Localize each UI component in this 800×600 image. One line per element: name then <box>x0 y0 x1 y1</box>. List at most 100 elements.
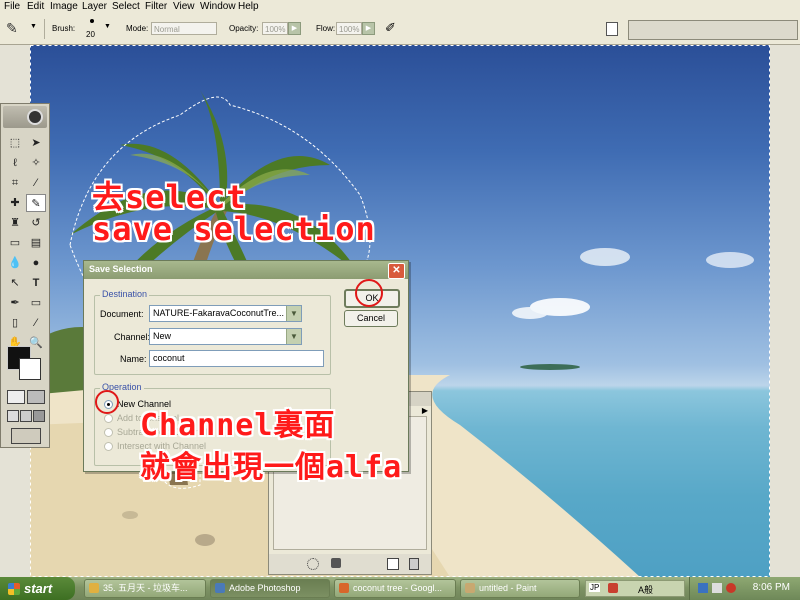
menu-file[interactable]: File <box>4 1 20 12</box>
crop-tool-icon[interactable]: ⌗ <box>5 174 25 192</box>
task-media-player[interactable]: 35. 五月天 - 垃圾车... <box>84 579 206 598</box>
flow-arrow-icon[interactable]: ▶ <box>362 22 375 35</box>
document-select[interactable]: NATURE-FakaravaCoconutTre... ▼ <box>149 305 302 322</box>
close-icon[interactable]: ✕ <box>388 263 405 279</box>
task-label: untitled - Paint <box>479 583 537 593</box>
flow-field[interactable]: 100% <box>336 22 362 35</box>
move-tool-icon[interactable]: ➤ <box>26 134 46 152</box>
background-color-swatch[interactable] <box>19 358 41 380</box>
ime-mode: A般 <box>638 585 654 595</box>
trash-icon[interactable] <box>409 558 419 570</box>
history-brush-icon[interactable]: ↺ <box>26 214 46 232</box>
airbrush-icon[interactable]: ✐ <box>385 20 396 36</box>
annotation-line-4: 就會出現一個alfa <box>140 450 403 485</box>
menu-select[interactable]: Select <box>112 1 140 12</box>
panel-footer <box>269 554 431 574</box>
screen-mode-menu-icon[interactable] <box>20 410 32 422</box>
menu-image[interactable]: Image <box>50 1 78 12</box>
eraser-tool-icon[interactable]: ▭ <box>5 234 25 252</box>
volume-icon[interactable] <box>712 583 722 593</box>
clone-stamp-icon[interactable]: ♜ <box>5 214 25 232</box>
dialog-title-bar[interactable]: Save Selection ✕ <box>84 261 408 279</box>
paint-icon <box>465 583 475 593</box>
taskbar: start 35. 五月天 - 垃圾车... Adobe Photoshop c… <box>0 577 800 600</box>
subtract-channel-radio[interactable] <box>104 428 113 437</box>
gradient-tool-icon[interactable]: ▤ <box>26 234 46 252</box>
chevron-down-icon[interactable]: ▼ <box>104 23 111 30</box>
separator <box>44 19 45 39</box>
brush-tool-icon[interactable]: ✎ <box>6 20 18 37</box>
chevron-down-icon: ▼ <box>286 329 301 344</box>
cloud <box>706 252 754 268</box>
task-label: coconut tree - Googl... <box>353 583 443 593</box>
quickmask-mode-icon[interactable] <box>27 390 45 404</box>
task-photoshop[interactable]: Adobe Photoshop <box>210 579 330 598</box>
task-google-browser[interactable]: coconut tree - Googl... <box>334 579 456 598</box>
panel-menu-icon[interactable]: ▶ <box>422 406 428 415</box>
notes-tool-icon[interactable]: ▯ <box>5 314 25 332</box>
pen-tool-icon[interactable]: ✒ <box>5 294 25 312</box>
menu-window[interactable]: Window <box>200 1 236 12</box>
annotation-line-2: save selection <box>92 210 376 248</box>
opacity-label: Opacity: <box>229 24 259 33</box>
full-screen-icon[interactable] <box>33 410 45 422</box>
menu-layer[interactable]: Layer <box>82 1 107 12</box>
channel-select[interactable]: New ▼ <box>149 328 302 345</box>
brush-size: 20 <box>86 30 95 39</box>
new-channel-icon[interactable] <box>387 558 399 570</box>
brush-preset-picker[interactable]: 20 <box>84 18 100 40</box>
palette-well-icon[interactable] <box>606 22 618 36</box>
options-bar: ✎ ▼ Brush: 20 ▼ Mode: Normal Opacity: 10… <box>0 14 800 45</box>
quickmask-standard-icon[interactable] <box>7 390 25 404</box>
shape-tool-icon[interactable]: ▭ <box>26 294 46 312</box>
eyedropper-icon[interactable]: ⁄ <box>26 314 46 332</box>
network-icon[interactable] <box>698 583 708 593</box>
path-select-icon[interactable]: ↖ <box>5 274 25 292</box>
channel-label: Channel: <box>114 332 151 342</box>
load-channel-icon[interactable] <box>307 558 319 570</box>
dodge-tool-icon[interactable]: ● <box>26 254 46 272</box>
marquee-tool-icon[interactable]: ⬚ <box>5 134 25 152</box>
intersect-channel-radio[interactable] <box>104 442 113 451</box>
slice-tool-icon[interactable]: ⁄ <box>26 174 46 192</box>
document-value: NATURE-FakaravaCoconutTre... <box>153 308 285 318</box>
magic-wand-icon[interactable]: ✧ <box>26 154 46 172</box>
type-tool-icon[interactable]: T <box>26 274 46 292</box>
save-selection-icon[interactable] <box>331 558 341 568</box>
task-paint[interactable]: untitled - Paint <box>460 579 580 598</box>
menu-help[interactable]: Help <box>238 1 259 12</box>
cancel-button[interactable]: Cancel <box>344 310 398 327</box>
chevron-down-icon[interactable]: ▼ <box>30 23 37 30</box>
healing-brush-icon[interactable]: ✚ <box>5 194 25 212</box>
opacity-arrow-icon[interactable]: ▶ <box>288 22 301 35</box>
language-indicator: JP <box>589 583 601 592</box>
start-button[interactable]: start <box>0 577 75 600</box>
mode-value: Normal <box>154 25 180 34</box>
menu-view[interactable]: View <box>173 1 195 12</box>
name-input[interactable]: coconut <box>149 350 324 367</box>
add-channel-radio[interactable] <box>104 414 113 423</box>
lasso-tool-icon[interactable]: ℓ <box>5 154 25 172</box>
firefox-icon <box>339 583 349 593</box>
brush-tool-icon[interactable]: ✎ <box>26 194 46 212</box>
language-bar[interactable]: JP A般 <box>585 580 685 597</box>
toolbox: ⬚ ➤ ℓ ✧ ⌗ ⁄ ✚ ✎ ♜ ↺ ▭ ▤ 💧 ● ↖ T ✒ ▭ ▯ ⁄ … <box>0 103 50 448</box>
menu-filter[interactable]: Filter <box>145 1 167 12</box>
start-label: start <box>24 581 53 596</box>
media-player-icon <box>89 583 99 593</box>
name-value: coconut <box>153 353 185 363</box>
ok-highlight-circle <box>355 279 383 307</box>
security-icon[interactable] <box>726 583 736 593</box>
jump-to-imageready-icon[interactable] <box>11 428 41 444</box>
blur-tool-icon[interactable]: 💧 <box>5 254 25 272</box>
menubar: File Edit Image Layer Select Filter View… <box>0 0 800 15</box>
toolbox-header[interactable] <box>3 106 47 128</box>
system-tray: 8:06 PM <box>689 577 800 600</box>
screen-mode-icon[interactable] <box>7 410 19 422</box>
menu-edit[interactable]: Edit <box>27 1 44 12</box>
rock <box>195 534 215 546</box>
clock[interactable]: 8:06 PM <box>753 582 790 593</box>
cloud <box>580 248 630 266</box>
mode-select[interactable]: Normal <box>151 22 217 35</box>
opacity-field[interactable]: 100% <box>262 22 288 35</box>
